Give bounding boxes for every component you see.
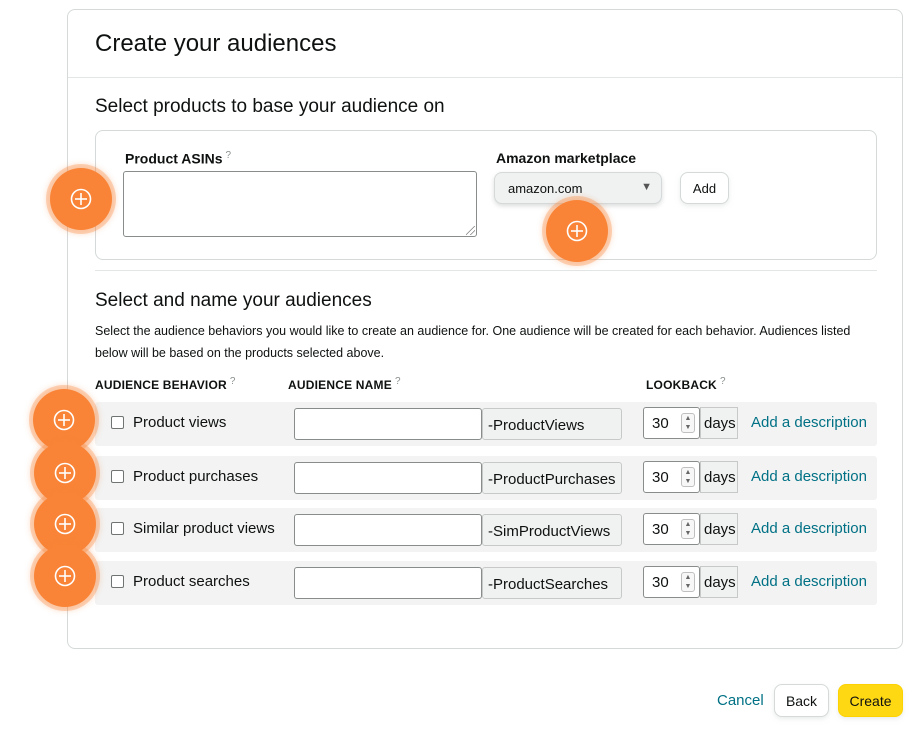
stepper-icon[interactable]: ▲ ▼: [681, 519, 695, 539]
create-button[interactable]: Create: [838, 684, 903, 717]
behavior-label: Similar product views: [133, 520, 275, 537]
behavior-column-header: AUDIENCE BEHAVIOR?: [95, 376, 236, 392]
audience-row: Product purchases -ProductPurchases 30 ▲…: [95, 456, 877, 500]
lookback-unit: days: [700, 566, 738, 598]
audience-name-suffix: -SimProductViews: [482, 514, 622, 546]
audience-row: Product searches -ProductSearches 30 ▲ ▼ …: [95, 561, 877, 605]
card-header: Create your audiences: [68, 10, 902, 78]
add-description-link[interactable]: Add a description: [751, 414, 867, 431]
marketplace-value: amazon.com: [508, 181, 583, 196]
audiences-section-title: Select and name your audiences: [95, 290, 372, 311]
hotspot-plus-icon[interactable]: [34, 545, 96, 607]
audience-name-input[interactable]: [294, 408, 482, 440]
lookback-column-header: LOOKBACK?: [646, 376, 726, 392]
behavior-help-icon[interactable]: ?: [230, 376, 236, 387]
behavior-checkbox[interactable]: [111, 522, 124, 535]
audience-name-suffix: -ProductViews: [482, 408, 622, 440]
asins-label: Product ASINs?: [125, 150, 232, 167]
audience-name-input[interactable]: [294, 514, 482, 546]
lookback-help-icon[interactable]: ?: [720, 376, 726, 387]
add-description-link[interactable]: Add a description: [751, 520, 867, 537]
audience-row: Product views -ProductViews 30 ▲ ▼ days A…: [95, 402, 877, 446]
products-box: Product ASINs? Amazon marketplace amazon…: [95, 130, 877, 260]
lookback-input[interactable]: 30 ▲ ▼: [643, 461, 700, 493]
behavior-checkbox[interactable]: [111, 470, 124, 483]
stepper-icon[interactable]: ▲ ▼: [681, 467, 695, 487]
lookback-input[interactable]: 30 ▲ ▼: [643, 513, 700, 545]
asins-textarea[interactable]: [123, 171, 477, 237]
behavior-checkbox[interactable]: [111, 575, 124, 588]
marketplace-label: Amazon marketplace: [496, 150, 637, 166]
name-column-header: AUDIENCE NAME?: [288, 376, 401, 392]
audience-name-suffix: -ProductSearches: [482, 567, 622, 599]
audience-name-suffix: -ProductPurchases: [482, 462, 622, 494]
page-title: Create your audiences: [95, 30, 337, 57]
audience-row: Similar product views -SimProductViews 3…: [95, 508, 877, 552]
behavior-checkbox[interactable]: [111, 416, 124, 429]
back-button[interactable]: Back: [774, 684, 829, 717]
stepper-icon[interactable]: ▲ ▼: [681, 413, 695, 433]
behavior-label: Product purchases: [133, 468, 259, 485]
hotspot-plus-icon[interactable]: [546, 200, 608, 262]
asins-help-icon[interactable]: ?: [226, 150, 232, 161]
audience-name-input[interactable]: [294, 567, 482, 599]
audiences-description: Select the audience behaviors you would …: [95, 324, 851, 360]
name-help-icon[interactable]: ?: [395, 376, 401, 387]
stepper-icon[interactable]: ▲ ▼: [681, 572, 695, 592]
resize-grip-icon[interactable]: [466, 226, 475, 235]
create-audiences-card: Create your audiences Select products to…: [67, 9, 903, 649]
lookback-input[interactable]: 30 ▲ ▼: [643, 566, 700, 598]
add-button[interactable]: Add: [680, 172, 729, 204]
hotspot-plus-icon[interactable]: [50, 168, 112, 230]
section-divider: [95, 270, 877, 271]
add-description-link[interactable]: Add a description: [751, 573, 867, 590]
cancel-link[interactable]: Cancel: [717, 692, 764, 709]
behavior-label: Product searches: [133, 573, 250, 590]
lookback-unit: days: [700, 513, 738, 545]
chevron-down-icon: ▼: [641, 181, 652, 193]
lookback-unit: days: [700, 407, 738, 439]
add-description-link[interactable]: Add a description: [751, 468, 867, 485]
lookback-input[interactable]: 30 ▲ ▼: [643, 407, 700, 439]
behavior-label: Product views: [133, 414, 227, 431]
products-section-title: Select products to base your audience on: [95, 96, 445, 117]
audience-name-input[interactable]: [294, 462, 482, 494]
lookback-unit: days: [700, 461, 738, 493]
